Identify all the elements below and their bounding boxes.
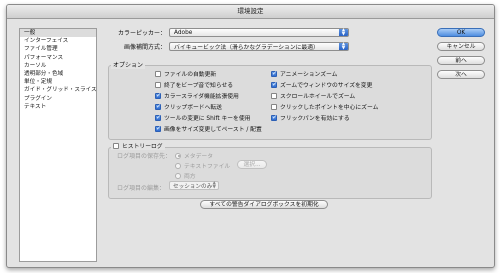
option-export-clipboard[interactable]: クリップボードへ転送 [155, 102, 222, 111]
radio-icon [175, 162, 181, 169]
save-to-row: ログ項目の保存先： [117, 151, 171, 160]
preferences-sidebar: 一般 インターフェイス ファイル管理 パフォーマンス カーソル 透明部分・色域 … [19, 28, 97, 262]
color-picker-row: カラーピッカー： Adobe ▲ ▼ [118, 28, 350, 37]
sidebar-item-cursors[interactable]: カーソル [20, 62, 96, 70]
history-log-checkbox[interactable]: ヒストリーログ [111, 141, 165, 150]
option-auto-update[interactable]: ファイルの自動更新 [155, 69, 216, 78]
checkbox-icon [155, 81, 161, 88]
radio-label: テキストファイル [184, 164, 231, 170]
radio-label: メタデータ [184, 154, 213, 160]
window-title: 環境設定 [7, 5, 494, 19]
reset-warnings-button[interactable]: すべての警告ダイアログボックスを初期化 [200, 200, 328, 209]
edit-log-label: ログ項目の編集： [117, 185, 166, 192]
radio-text-file[interactable]: テキストファイル [175, 161, 230, 170]
option-label: カラースライダ機能拡張使用 [164, 94, 239, 100]
checkbox-checked-icon [155, 125, 161, 132]
checkbox-checked-icon [155, 103, 161, 110]
edit-log-row: ログ項目の編集： [117, 183, 165, 192]
next-button[interactable]: 次へ [437, 70, 485, 79]
option-label: スクロールホイールでズーム [280, 94, 356, 100]
sidebar-item-plugins[interactable]: プラグイン [20, 95, 96, 103]
option-label: フリックパンを有効にする [280, 116, 350, 122]
radio-label: 両方 [184, 174, 196, 180]
option-label: クリックしたポイントを中心にズーム [280, 105, 379, 111]
option-label: アニメーションズーム [280, 72, 338, 78]
option-label: ズームでウィンドウのサイズを変更 [280, 83, 373, 89]
ok-button[interactable]: OK [437, 28, 485, 37]
option-label: クリップボードへ転送 [164, 105, 222, 111]
preferences-window: 環境設定 一般 インターフェイス ファイル管理 パフォーマンス カーソル 透明部… [6, 4, 495, 268]
radio-icon [175, 172, 181, 179]
checkbox-icon [271, 92, 277, 99]
option-animated-zoom[interactable]: アニメーションズーム [271, 69, 337, 78]
interpolation-popup[interactable]: バイキュービック法（滑らかなグラデーションに最適） ▲ ▼ [169, 42, 350, 51]
history-log-label: ヒストリーログ [122, 144, 163, 150]
option-dynamic-color-sliders[interactable]: カラースライダ機能拡張使用 [155, 91, 239, 100]
sidebar-item-interface[interactable]: インターフェイス [20, 37, 96, 45]
edit-log-popup[interactable]: セッションのみ ▲ ▼ [169, 181, 219, 190]
color-picker-value: Adobe [174, 29, 193, 36]
radio-selected-icon [175, 152, 181, 159]
sidebar-item-units-rulers[interactable]: 単位・定規 [20, 78, 96, 86]
popup-arrows-icon: ▲ ▼ [339, 28, 349, 36]
interpolation-row: 画像補間方式： バイキュービック法（滑らかなグラデーションに最適） ▲ ▼ [124, 42, 350, 51]
interpolation-value: バイキュービック法（滑らかなグラデーションに最適） [174, 45, 319, 51]
choose-file-button[interactable]: 選択... [237, 160, 267, 169]
option-flick-panning[interactable]: フリックパンを有効にする [271, 113, 350, 122]
option-zoom-clicked-point[interactable]: クリックしたポイントを中心にズーム [271, 102, 378, 111]
color-picker-popup[interactable]: Adobe ▲ ▼ [169, 28, 350, 37]
popup-arrows-icon: ▲ ▼ [339, 42, 349, 50]
option-shift-tool-switch[interactable]: ツールの変更に Shift キーを使用 [155, 113, 250, 122]
option-scroll-wheel-zoom[interactable]: スクロールホイールでズーム [271, 91, 355, 100]
option-label: 終了をビープ音で知らせる [164, 83, 234, 89]
checkbox-checked-icon [271, 81, 277, 88]
option-label: 画像をサイズ変更してペースト / 配置 [164, 127, 262, 133]
checkbox-icon [271, 103, 277, 110]
option-resize-paste-place[interactable]: 画像をサイズ変更してペースト / 配置 [155, 124, 262, 133]
popup-arrows-icon: ▲ ▼ [212, 181, 216, 190]
sidebar-item-transparency[interactable]: 透明部分・色域 [20, 70, 96, 78]
option-label: ツールの変更に Shift キーを使用 [164, 116, 251, 122]
sidebar-item-general[interactable]: 一般 [20, 29, 96, 38]
checkbox-checked-icon [271, 70, 277, 77]
sidebar-item-performance[interactable]: パフォーマンス [20, 54, 96, 62]
option-zoom-resizes-windows[interactable]: ズームでウィンドウのサイズを変更 [271, 80, 372, 89]
sidebar-item-type[interactable]: テキスト [20, 103, 96, 111]
edit-log-value: セッションのみ [173, 183, 213, 190]
sidebar-item-guides-grid[interactable]: ガイド・グリッド・スライス [20, 86, 97, 94]
checkbox-checked-icon [155, 92, 161, 99]
option-beep[interactable]: 終了をビープ音で知らせる [155, 80, 233, 89]
checkbox-icon [113, 142, 119, 149]
radio-both[interactable]: 両方 [175, 171, 196, 180]
color-picker-label: カラーピッカー： [118, 30, 167, 37]
radio-metadata[interactable]: メタデータ [175, 151, 213, 160]
interpolation-label: 画像補間方式： [124, 44, 167, 51]
prev-button[interactable]: 前へ [437, 56, 485, 65]
checkbox-checked-icon [155, 114, 161, 121]
sidebar-item-file-handling[interactable]: ファイル管理 [20, 45, 96, 53]
options-group-title: オプション [111, 60, 146, 69]
save-to-label: ログ項目の保存先： [117, 153, 172, 160]
checkbox-icon [155, 70, 161, 77]
cancel-button[interactable]: キャンセル [437, 42, 485, 51]
checkbox-checked-icon [271, 114, 277, 121]
option-label: ファイルの自動更新 [164, 72, 217, 78]
